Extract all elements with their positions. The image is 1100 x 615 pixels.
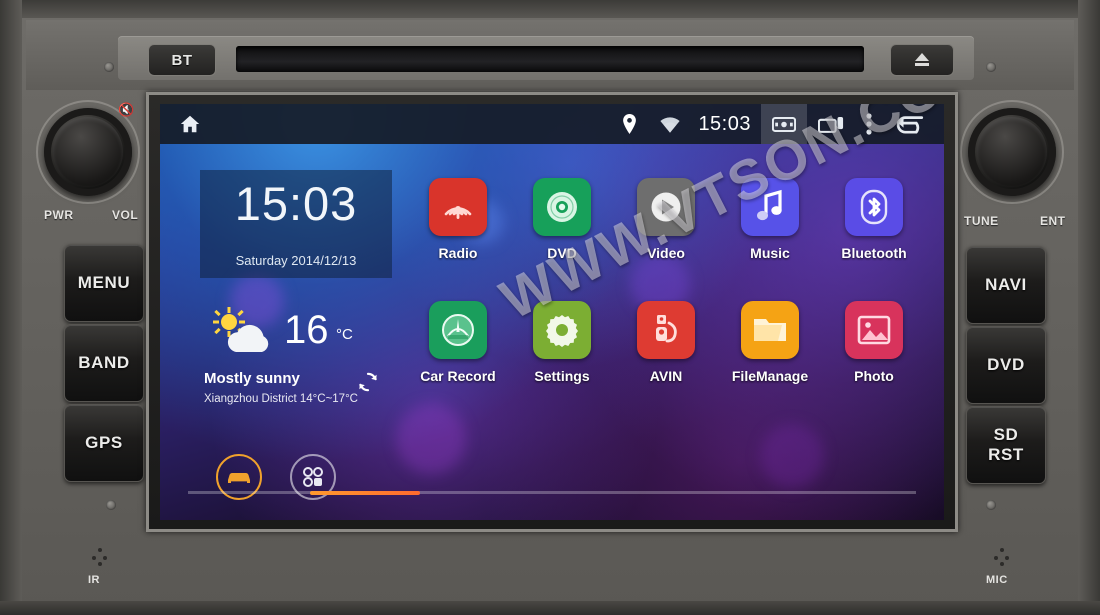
gps-button[interactable]: GPS (64, 404, 144, 482)
app-label: FileManage (731, 368, 809, 384)
app-music[interactable]: Music (718, 178, 822, 261)
app-label: AVIN (649, 368, 683, 384)
menu-button[interactable]: MENU (64, 244, 144, 322)
app-video[interactable]: Video (614, 178, 718, 261)
app-file-manager[interactable]: FileManage (718, 301, 822, 384)
eject-button[interactable] (890, 44, 954, 76)
weather-temperature: 16 (284, 308, 329, 352)
avin-plug-icon (637, 301, 695, 359)
bokeh (396, 404, 466, 474)
recent-apps-icon[interactable] (807, 104, 855, 144)
app-avin[interactable]: AVIN (614, 301, 718, 384)
screw (986, 62, 996, 72)
eject-icon (913, 53, 931, 67)
weather-unit: °C (336, 326, 353, 343)
folder-icon (741, 301, 799, 359)
dvd-button[interactable]: DVD (966, 326, 1046, 404)
disc-slot[interactable] (236, 46, 864, 72)
picture-icon (845, 301, 903, 359)
bezel-right (1078, 0, 1100, 615)
gear-icon (533, 301, 591, 359)
pwr-label: PWR (44, 208, 74, 222)
status-icons: 15:03 (611, 104, 944, 144)
knob-ring (960, 100, 1064, 204)
overflow-menu-icon[interactable] (855, 104, 883, 144)
app-bluetooth[interactable]: Bluetooth (822, 178, 926, 261)
ir-label: IR (88, 574, 100, 586)
app-settings[interactable]: Settings (510, 301, 614, 384)
weather-location-range: Xiangzhou District 14°C~17°C (204, 393, 358, 405)
bokeh (760, 424, 824, 488)
screw (106, 500, 116, 510)
bezel-top (0, 0, 1100, 18)
page-indicator-track (188, 491, 916, 494)
wifi-icon (648, 104, 692, 144)
tune-label: TUNE (964, 214, 999, 228)
navi-button[interactable]: NAVI (966, 246, 1046, 324)
mic-grille (994, 548, 1012, 566)
weather-condition: Mostly sunny (204, 370, 300, 387)
apps-grid-icon (303, 467, 323, 487)
dashcam-icon (429, 301, 487, 359)
clock-date: Saturday 2014/12/13 (235, 253, 357, 268)
disc-icon (533, 178, 591, 236)
sun-cloud-icon (213, 307, 269, 352)
car-icon (228, 473, 250, 483)
play-icon (637, 178, 695, 236)
app-label: Car Record (420, 368, 496, 384)
bezel-left (0, 0, 22, 615)
weather-widget[interactable]: 16 °C Mostly sunny Xiangzhou District 14… (200, 300, 392, 428)
app-grid: Radio DVD Video Music Bluetooth Car Reco… (406, 178, 926, 384)
app-label: DVD (547, 245, 577, 261)
page-indicator-active[interactable] (310, 491, 420, 495)
car-head-unit: BT 🔇 PWR VOL MENU BAND GPS TUNE ENT NAVI… (0, 0, 1100, 615)
music-note-icon (741, 178, 799, 236)
vol-label: VOL (112, 208, 139, 222)
bluetooth-icon (845, 178, 903, 236)
app-label: Bluetooth (841, 245, 907, 261)
radio-icon (429, 178, 487, 236)
app-label: Settings (534, 368, 590, 384)
app-label: Photo (854, 368, 894, 384)
touchscreen[interactable]: 15:03 15:03 Saturday 2014/12/13 16 °C Mo… (160, 104, 944, 520)
app-label: Music (750, 245, 790, 261)
app-label: Radio (438, 245, 478, 261)
bt-button[interactable]: BT (148, 44, 216, 76)
screw (104, 62, 114, 72)
screenshot-icon[interactable] (761, 104, 807, 144)
location-pin-icon (611, 104, 648, 144)
band-button[interactable]: BAND (64, 324, 144, 402)
home-icon[interactable] (178, 113, 202, 135)
mute-icon: 🔇 (118, 102, 135, 117)
sd-rst-button[interactable]: SD RST (966, 406, 1046, 484)
mic-label: MIC (986, 574, 1008, 586)
screw (986, 500, 996, 510)
bezel-bottom (0, 601, 1100, 615)
refresh-icon[interactable] (358, 372, 378, 392)
app-row: Radio DVD Video Music Bluetooth (406, 178, 926, 261)
app-photo[interactable]: Photo (822, 301, 926, 384)
ir-grille (92, 548, 110, 566)
app-car-record[interactable]: Car Record (406, 301, 510, 384)
ent-label: ENT (1040, 214, 1066, 228)
app-label: Video (647, 245, 685, 261)
status-time: 15:03 (698, 112, 751, 135)
app-radio[interactable]: Radio (406, 178, 510, 261)
status-bar: 15:03 (160, 104, 944, 144)
clock-time: 15:03 (234, 177, 358, 230)
back-arrow-icon[interactable] (883, 104, 944, 144)
app-dvd[interactable]: DVD (510, 178, 614, 261)
app-row: Car Record Settings AVIN FileManage Phot… (406, 301, 926, 384)
clock-widget[interactable]: 15:03 Saturday 2014/12/13 (200, 170, 392, 278)
